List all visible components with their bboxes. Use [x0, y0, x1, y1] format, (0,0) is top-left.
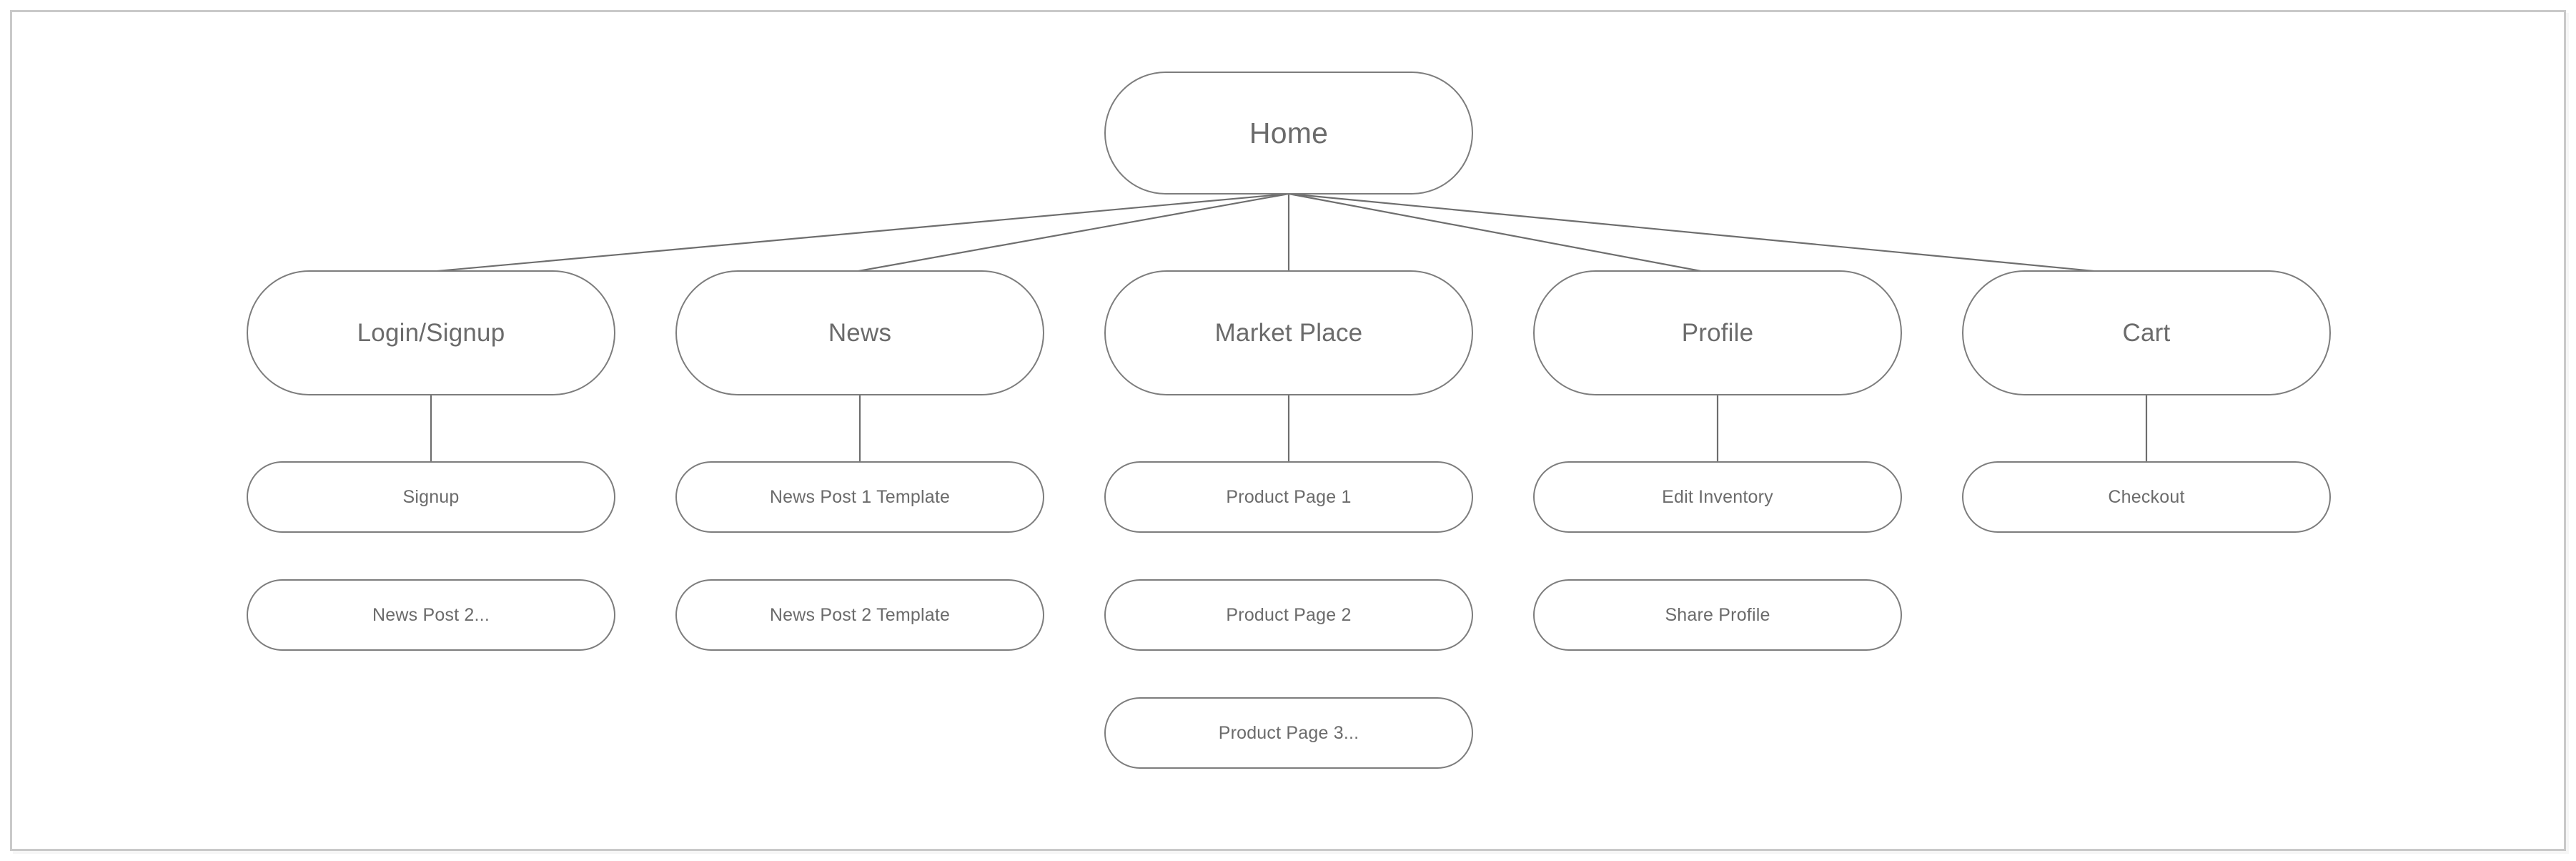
- node-label: Product Page 1: [1226, 486, 1352, 507]
- node-label: Profile: [1681, 319, 1754, 347]
- edge-home-to-news: [850, 192, 1289, 274]
- node-product-page-1[interactable]: Product Page 1: [1104, 461, 1473, 533]
- node-news-post-2[interactable]: News Post 2...: [247, 579, 615, 651]
- node-label: News Post 2...: [372, 604, 490, 625]
- node-profile[interactable]: Profile: [1533, 270, 1902, 395]
- node-label: Signup: [402, 486, 460, 507]
- node-label: News: [828, 319, 892, 347]
- edge-home-to-login-signup: [421, 192, 1289, 274]
- node-label: Share Profile: [1665, 604, 1770, 625]
- node-label: Product Page 3...: [1218, 722, 1359, 743]
- node-share-profile[interactable]: Share Profile: [1533, 579, 1902, 651]
- node-label: Cart: [2122, 319, 2171, 347]
- edge-home-to-profile: [1288, 192, 1709, 274]
- node-label: Checkout: [2108, 486, 2185, 507]
- node-label: Login/Signup: [357, 319, 505, 347]
- node-home[interactable]: Home: [1104, 72, 1473, 195]
- node-news-post-1-template[interactable]: News Post 1 Template: [675, 461, 1044, 533]
- node-label: Market Place: [1214, 319, 1363, 347]
- diagram-canvas: Home Login/Signup News Market Place Profile C…: [0, 0, 2576, 861]
- node-edit-inventory[interactable]: Edit Inventory: [1533, 461, 1902, 533]
- node-login-signup[interactable]: Login/Signup: [247, 270, 615, 395]
- edge-home-to-cart: [1288, 192, 2109, 274]
- node-product-page-3[interactable]: Product Page 3...: [1104, 697, 1473, 769]
- node-label: Home: [1249, 116, 1329, 149]
- sitemap-page: Home Login/Signup News Market Place Profile C…: [0, 0, 2576, 861]
- node-label: Edit Inventory: [1662, 486, 1773, 507]
- node-label: News Post 1 Template: [769, 486, 951, 507]
- node-label: News Post 2 Template: [769, 604, 951, 625]
- node-signup[interactable]: Signup: [247, 461, 615, 533]
- node-market-place[interactable]: Market Place: [1104, 270, 1473, 395]
- node-checkout[interactable]: Checkout: [1962, 461, 2331, 533]
- node-cart[interactable]: Cart: [1962, 270, 2331, 395]
- node-news[interactable]: News: [675, 270, 1044, 395]
- node-product-page-2[interactable]: Product Page 2: [1104, 579, 1473, 651]
- node-label: Product Page 2: [1226, 604, 1352, 625]
- node-news-post-2-template[interactable]: News Post 2 Template: [675, 579, 1044, 651]
